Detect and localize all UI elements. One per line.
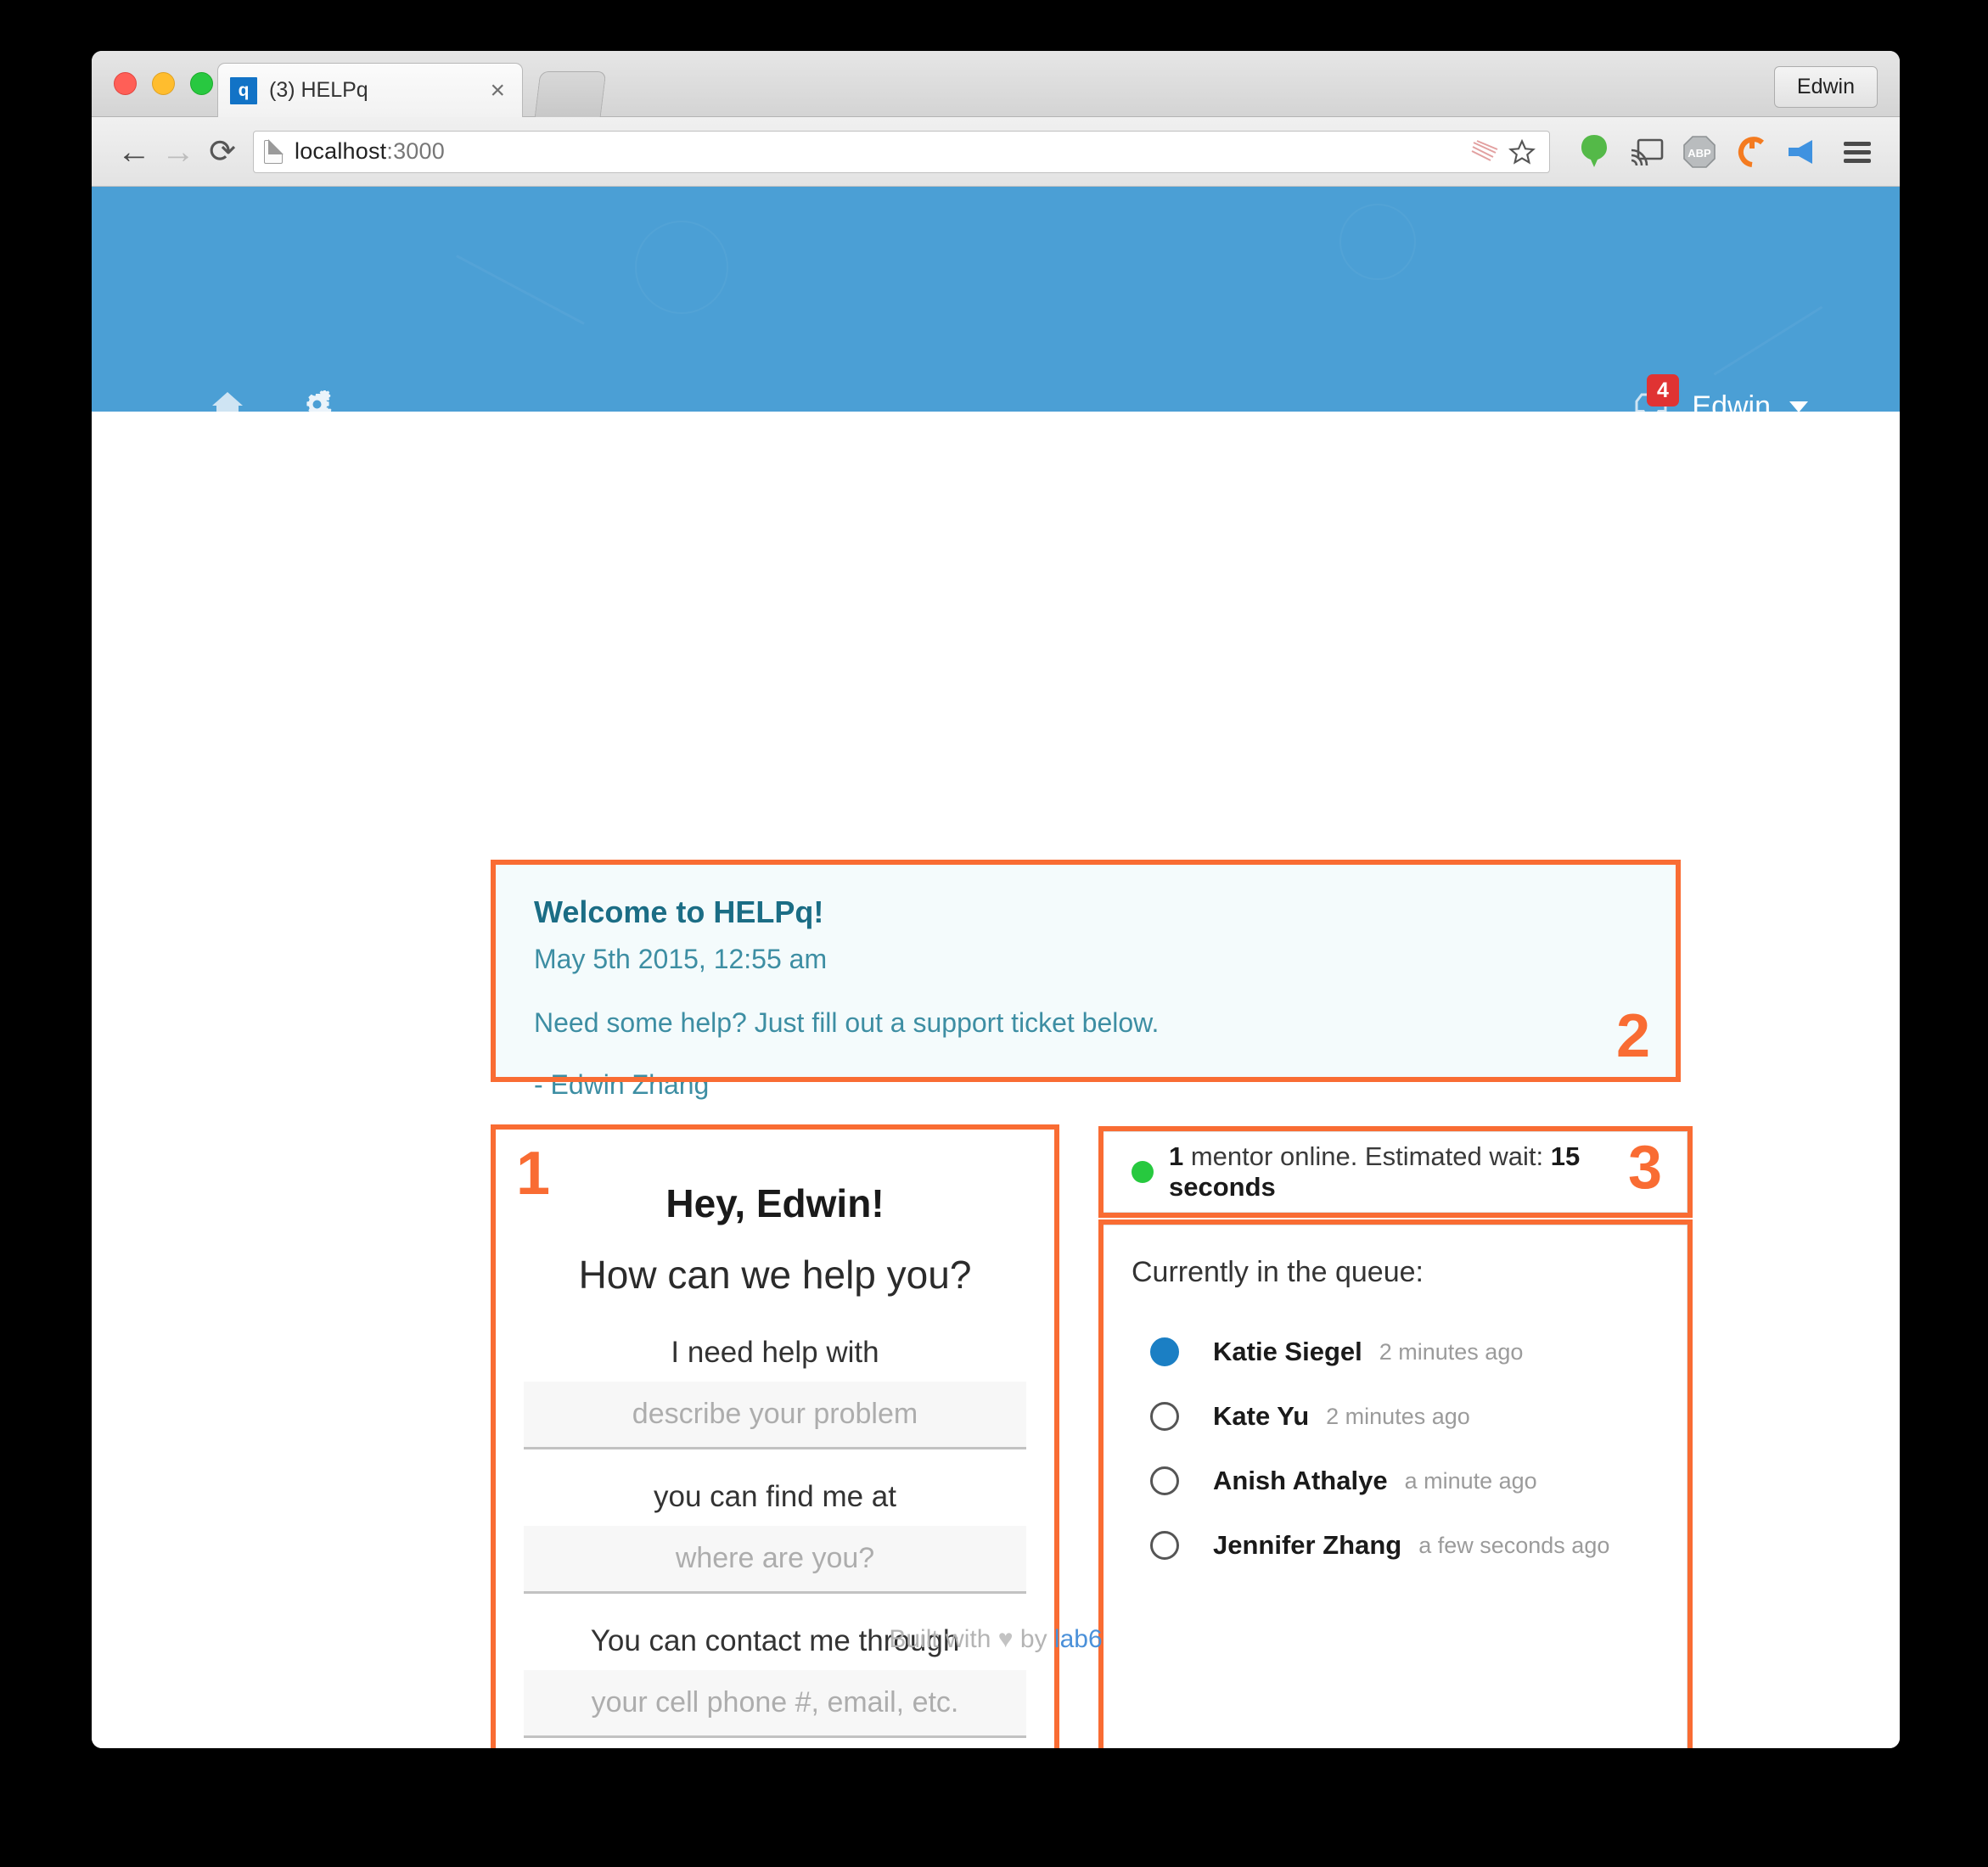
annotation-label-2: 2 [1616,1002,1651,1070]
page-document-icon [264,139,284,164]
inbox-notification-badge: 4 [1647,374,1679,406]
header-decoration [1713,306,1823,376]
footer-brand-link[interactable]: lab6 [1054,1625,1103,1653]
annotation-box-3 [1098,1126,1693,1218]
close-window-button[interactable] [114,72,137,95]
nav-inbox-icon[interactable]: 4 [1631,374,1679,412]
annotation-box-1 [491,1124,1059,1748]
new-tab-button[interactable] [534,71,607,117]
annotation-box-2 [491,860,1681,1082]
nav-user-name: Edwin [1692,390,1771,412]
annotation-label-1: 1 [516,1140,551,1208]
tab-title: (3) HELPq [269,78,368,102]
adblock-plus-icon[interactable]: ABP [1677,130,1721,174]
window-traffic-lights [114,72,213,95]
nav-settings-gears-icon[interactable] [300,390,339,412]
footer-prefix: Built with [889,1625,998,1653]
forward-arrow-icon[interactable]: → [156,130,200,174]
browser-toolbar: ← → ⟳ localhost:3000 ABP [92,117,1900,187]
chevron-down-icon [1789,401,1808,412]
tab-favicon-icon: q [230,76,257,104]
url-host: localhost [295,138,387,164]
evernote-icon[interactable] [1572,130,1616,174]
browser-window: q (3) HELPq × Edwin ← → ⟳ localhost:3000 [92,51,1900,1748]
header-decoration [456,255,585,325]
address-bar[interactable]: localhost:3000 [253,130,1550,173]
svg-text:ABP: ABP [1688,147,1711,160]
heart-icon: ♥ [997,1625,1014,1653]
annotation-label-3: 3 [1628,1134,1663,1202]
cast-icon[interactable] [1625,130,1669,174]
bookmark-star-icon[interactable] [1505,138,1539,165]
reload-icon[interactable]: ⟳ [200,130,244,174]
annotation-box-4 [1098,1219,1693,1748]
url-port: :3000 [386,138,445,164]
browser-tab[interactable]: q (3) HELPq × [217,63,523,117]
maximize-window-button[interactable] [190,72,213,95]
nav-user-menu[interactable]: Edwin [1692,390,1808,412]
browser-tab-strip: q (3) HELPq × Edwin [92,51,1900,117]
browser-profile-chip[interactable]: Edwin [1773,66,1878,108]
minimize-window-button[interactable] [152,72,175,95]
page-footer: Built with ♥ by lab6 [92,1625,1900,1654]
page-body: Welcome to HELPq! May 5th 2015, 12:55 am… [92,412,1900,1748]
back-arrow-icon[interactable]: ← [112,130,156,174]
tab-close-icon[interactable]: × [485,77,510,104]
footer-middle: by [1013,1625,1054,1653]
shredder-icon[interactable] [1468,139,1502,165]
address-bar-url: localhost:3000 [295,138,445,165]
megaphone-icon[interactable] [1783,130,1827,174]
app-header: 4 Edwin HELPq [92,187,1900,412]
nav-home-icon[interactable] [211,390,244,412]
header-decoration [1339,204,1416,280]
header-decoration [635,221,728,314]
pocket-icon[interactable] [1730,130,1774,174]
chrome-menu-icon[interactable] [1835,130,1879,174]
